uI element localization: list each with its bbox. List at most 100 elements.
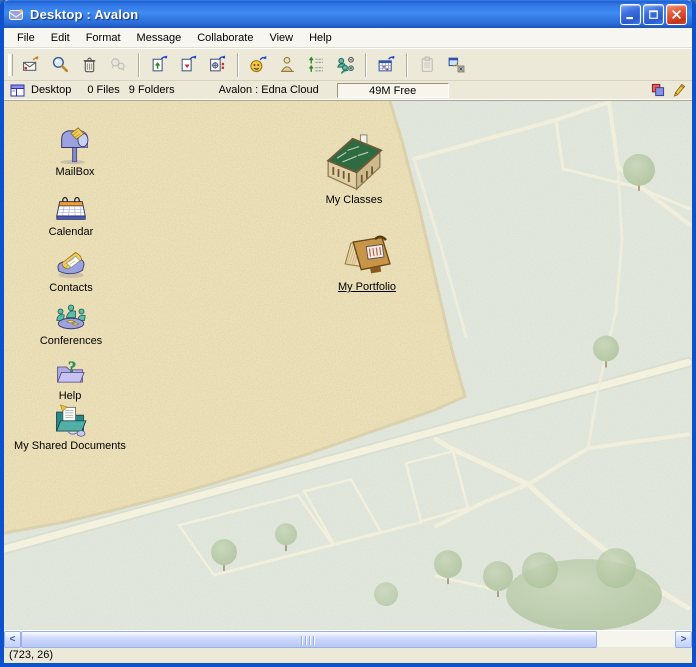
- paste-icon: [418, 55, 437, 74]
- desktop-icon-calendar[interactable]: Calendar: [11, 189, 131, 239]
- desktop-icon-conferences[interactable]: Conferences: [11, 298, 131, 348]
- open-item-icon: [150, 55, 169, 74]
- tree: [623, 154, 655, 186]
- toolbar-delete-button[interactable]: [76, 52, 103, 78]
- tree: [434, 550, 462, 578]
- folder-count: 9 Folders: [129, 84, 175, 96]
- toolbar-calendar-event-button[interactable]: [373, 52, 400, 78]
- location-label: Desktop: [31, 84, 71, 96]
- menu-view[interactable]: View: [261, 30, 301, 46]
- free-space-indicator: 49M Free: [337, 83, 449, 98]
- horizontal-scrollbar[interactable]: < >: [4, 630, 692, 647]
- save-item-icon: [179, 55, 198, 74]
- maximize-icon: [646, 7, 661, 22]
- desktop-icon-help[interactable]: Help: [10, 356, 130, 403]
- history-icon: [307, 55, 326, 74]
- menu-format[interactable]: Format: [78, 30, 129, 46]
- app-icon: [8, 6, 25, 23]
- search-icon: [51, 55, 70, 74]
- cursor-coordinates: (723, 26): [9, 649, 53, 661]
- toolbar-instant-message-button[interactable]: [245, 52, 272, 78]
- new-message-icon: [22, 55, 41, 74]
- scroll-right-button[interactable]: >: [675, 631, 692, 648]
- menu-help[interactable]: Help: [301, 30, 340, 46]
- info-bar: Desktop 0 Files 9 Folders Avalon : Edna …: [4, 81, 692, 100]
- toolbar-disconnect-button[interactable]: [443, 52, 470, 78]
- scrollbar-thumb[interactable]: [21, 631, 597, 648]
- toolbar-separator: [365, 53, 367, 77]
- minimize-button[interactable]: [620, 4, 641, 25]
- help-icon: [50, 356, 90, 389]
- toolbar-history-button[interactable]: [303, 52, 330, 78]
- desktop-icon-label: My Shared Documents: [10, 440, 130, 453]
- mailbox-icon: [52, 125, 98, 165]
- conferences-icon: [48, 298, 94, 334]
- menu-collaborate[interactable]: Collaborate: [189, 30, 261, 46]
- desktop-icon-label: Contacts: [11, 282, 131, 295]
- maximize-button[interactable]: [643, 4, 664, 25]
- toolbar-separator: [138, 53, 140, 77]
- classes-icon: [322, 131, 386, 193]
- server-name: Avalon : Edna Cloud: [219, 84, 319, 96]
- desktop-icon-portfolio[interactable]: My Portfolio: [307, 234, 427, 294]
- calendar-icon: [50, 189, 92, 225]
- tree: [593, 336, 619, 362]
- menu-file[interactable]: File: [9, 30, 43, 46]
- desktop-icon-classes[interactable]: My Classes: [294, 131, 414, 207]
- toolbar-open-item-button[interactable]: [146, 52, 173, 78]
- chat-icon: [109, 55, 128, 74]
- desktop-icon-label: Conferences: [11, 335, 131, 348]
- toolbar-grip[interactable]: [8, 54, 13, 76]
- menu-edit[interactable]: Edit: [43, 30, 78, 46]
- tree: [374, 582, 398, 606]
- file-count: 0 Files: [87, 84, 119, 96]
- toolbar-separator: [237, 53, 239, 77]
- item-properties-icon: [208, 55, 227, 74]
- scroll-left-button[interactable]: <: [4, 631, 21, 648]
- title-bar[interactable]: Desktop : Avalon: [4, 0, 692, 28]
- desktop-icon-mailbox[interactable]: MailBox: [15, 125, 135, 179]
- desktop-pane-icon: [10, 83, 25, 98]
- tree: [275, 523, 297, 545]
- forest: [596, 548, 636, 588]
- calendar-event-icon: [377, 55, 396, 74]
- portfolio-icon: [333, 234, 401, 280]
- close-button[interactable]: [666, 4, 687, 25]
- toolbar: [4, 48, 692, 81]
- toolbar-separator: [406, 53, 408, 77]
- shared-documents-icon: [47, 401, 93, 439]
- app-window: Desktop : Avalon FileEditFormatMessageCo…: [0, 0, 696, 667]
- desktop-icon-label: Calendar: [11, 226, 131, 239]
- delete-icon: [80, 55, 99, 74]
- toolbar-save-item-button[interactable]: [175, 52, 202, 78]
- desktop-icon-contacts[interactable]: Contacts: [11, 245, 131, 295]
- scrollbar-thumb-grip: [301, 636, 317, 645]
- desktop-canvas[interactable]: MailBox Calendar Contacts Conferences Help My…: [4, 100, 692, 630]
- minimize-icon: [623, 7, 638, 22]
- status-bar: (723, 26): [4, 647, 692, 663]
- tree: [211, 539, 237, 565]
- toolbar-permissions-button[interactable]: [332, 52, 359, 78]
- directory-icon: [278, 55, 297, 74]
- window-title: Desktop : Avalon: [30, 7, 620, 22]
- close-icon: [669, 7, 684, 22]
- contacts-icon: [49, 245, 93, 281]
- layers-icon[interactable]: [651, 83, 665, 97]
- window-controls: [620, 4, 687, 25]
- toolbar-new-message-button[interactable]: [18, 52, 45, 78]
- menu-message[interactable]: Message: [129, 30, 190, 46]
- desktop-icon-label: My Portfolio: [307, 281, 427, 294]
- desktop-icon-label: My Classes: [294, 194, 414, 207]
- permissions-icon: [336, 55, 355, 74]
- menu-bar: FileEditFormatMessageCollaborateViewHelp: [4, 28, 692, 48]
- desktop-icon-label: MailBox: [15, 166, 135, 179]
- forest: [522, 552, 558, 588]
- toolbar-item-properties-button[interactable]: [204, 52, 231, 78]
- edit-pencil-icon[interactable]: [672, 83, 686, 97]
- instant-message-icon: [249, 55, 268, 74]
- toolbar-paste-button: [414, 52, 441, 78]
- desktop-icon-shared-documents[interactable]: My Shared Documents: [10, 401, 130, 453]
- toolbar-chat-button: [105, 52, 132, 78]
- toolbar-directory-button[interactable]: [274, 52, 301, 78]
- toolbar-search-button[interactable]: [47, 52, 74, 78]
